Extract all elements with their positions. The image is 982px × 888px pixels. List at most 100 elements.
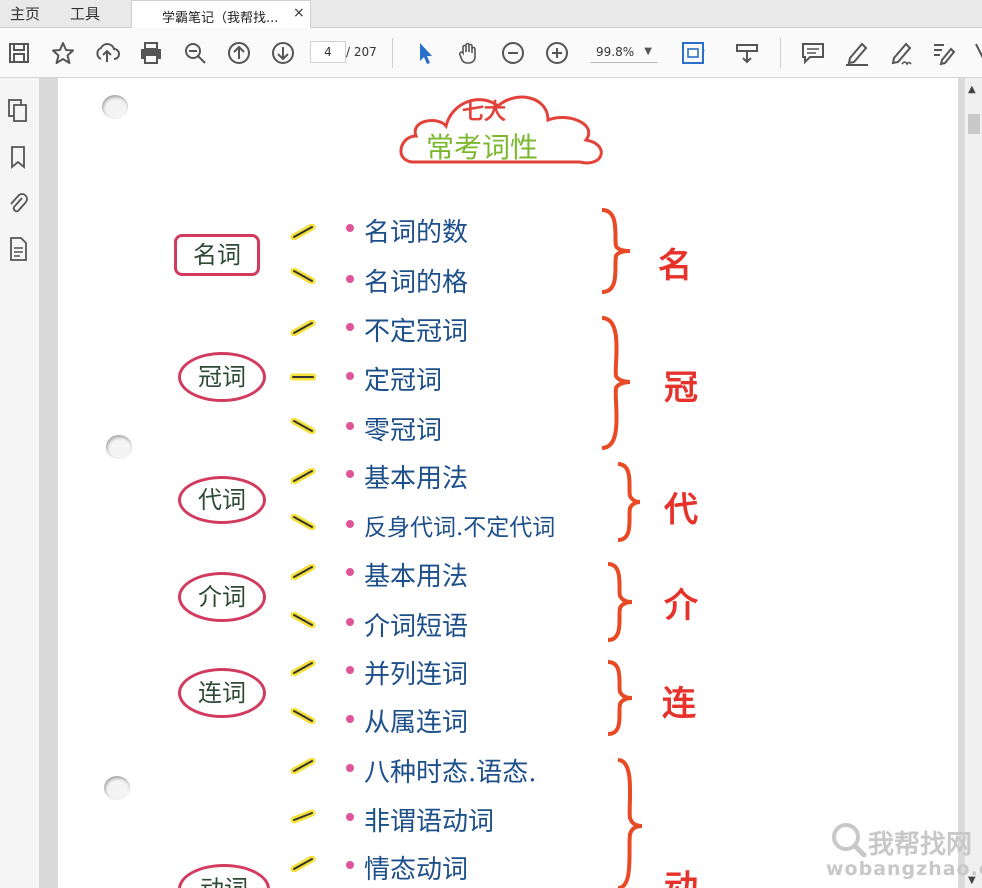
item-text: 不定冠词	[364, 317, 469, 347]
tab-home[interactable]: 主页	[10, 3, 40, 24]
highlight-stroke	[290, 660, 316, 676]
right-brace	[601, 316, 631, 450]
item-text: 反身代词.不定代词	[364, 515, 556, 541]
right-brace	[607, 562, 633, 642]
item-text: 定冠词	[364, 366, 443, 396]
highlight-stroke	[290, 564, 316, 580]
category-label: 代词	[178, 476, 266, 524]
tab-bar: 主页 工具 学霸笔记（我帮找... ×	[0, 0, 982, 29]
plus-circle-icon[interactable]	[544, 40, 570, 66]
bullet	[346, 323, 354, 331]
bullet	[346, 666, 354, 674]
highlight-stroke	[290, 468, 316, 484]
tab-document[interactable]: 学霸笔记（我帮找... ×	[131, 0, 311, 29]
highlight-pen-icon[interactable]	[844, 40, 870, 66]
category-letter: 代	[664, 490, 698, 530]
pdf-page: 七大 常考词性 名词 名词的数 名词的格 名 冠词 不定冠词 定冠词 零冠词 冠	[58, 78, 958, 888]
page-down-icon[interactable]	[270, 40, 296, 66]
bullet	[346, 372, 354, 380]
zoom-select[interactable]: 99.8% ▼	[590, 41, 658, 63]
item-text: 名词的格	[364, 268, 469, 298]
zoom-out-search-icon[interactable]	[182, 40, 208, 66]
vertical-scrollbar[interactable]: ▲ ▼	[964, 78, 982, 888]
category-label: 介词	[178, 572, 266, 622]
item-text: 名词的数	[364, 218, 469, 248]
bullet	[346, 422, 354, 430]
close-tab-icon[interactable]: ×	[293, 5, 305, 21]
item-text: 从属连词	[364, 708, 469, 738]
item-text: 并列连词	[364, 660, 469, 690]
watermark-text-cn: 我帮找网	[868, 830, 973, 860]
bullet	[346, 568, 354, 576]
item-text: 介词短语	[364, 612, 469, 642]
bullet	[346, 224, 354, 232]
bullet	[346, 275, 354, 283]
item-text: 基本用法	[364, 562, 469, 592]
punch-hole	[102, 95, 128, 119]
bullet	[346, 715, 354, 723]
star-icon[interactable]	[50, 40, 76, 66]
pages-icon[interactable]	[6, 98, 30, 124]
magnifier-logo-icon	[832, 823, 867, 858]
highlight-stroke	[290, 758, 316, 774]
category-label: 动词	[178, 864, 270, 888]
right-brace	[607, 660, 633, 736]
category-label: 连词	[178, 668, 266, 718]
cloud-title-top: 七大	[462, 100, 507, 125]
highlight-stroke	[290, 856, 316, 872]
punch-hole	[104, 776, 130, 800]
right-brace	[617, 758, 643, 888]
comment-icon[interactable]	[800, 40, 826, 66]
hand-icon[interactable]	[456, 40, 482, 66]
highlight-stroke	[290, 268, 316, 284]
page-up-icon[interactable]	[226, 40, 252, 66]
watermark: 我帮找网 wobangzhao.com	[826, 818, 982, 888]
bookmark-icon[interactable]	[6, 144, 30, 170]
highlight-stroke	[290, 612, 316, 628]
highlight-stroke	[290, 224, 316, 240]
attachment-icon[interactable]	[6, 190, 30, 216]
item-text: 基本用法	[364, 464, 469, 494]
highlight-stroke	[290, 320, 316, 336]
highlight-stroke	[290, 369, 316, 385]
page-total: / 207	[346, 45, 377, 59]
highlight-stroke	[290, 514, 316, 530]
right-brace	[601, 208, 631, 294]
category-label: 冠词	[178, 352, 266, 402]
document-properties-icon[interactable]	[6, 236, 30, 262]
document-viewport[interactable]: 七大 常考词性 名词 名词的数 名词的格 名 冠词 不定冠词 定冠词 零冠词 冠	[40, 78, 965, 888]
bullet	[346, 520, 354, 528]
print-icon[interactable]	[138, 40, 164, 66]
toolbar: 4 / 207 99.8% ▼	[0, 28, 982, 78]
save-icon[interactable]	[6, 40, 32, 66]
page-number-input[interactable]: 4	[310, 41, 346, 63]
category-letter: 名	[658, 246, 692, 286]
highlight-stroke	[290, 708, 316, 724]
edit-icon[interactable]	[930, 40, 956, 66]
highlight-stroke	[290, 808, 316, 824]
toolbar-divider	[780, 38, 781, 68]
highlight-stroke	[290, 418, 316, 434]
right-brace	[617, 462, 641, 542]
chevron-down-icon: ▼	[644, 46, 652, 57]
upload-icon[interactable]	[94, 40, 120, 66]
scroll-up-icon[interactable]: ▲	[968, 84, 976, 95]
bullet	[346, 470, 354, 478]
item-text: 非谓语动词	[364, 807, 495, 837]
category-letter: 动	[664, 868, 698, 888]
bullet	[346, 861, 354, 869]
minus-circle-icon[interactable]	[500, 40, 526, 66]
cloud-title-main: 常考词性	[426, 131, 539, 164]
select-cursor-icon[interactable]	[412, 40, 438, 66]
tab-document-title: 学霸笔记（我帮找...	[162, 11, 279, 26]
fit-page-icon[interactable]	[680, 40, 706, 66]
bullet	[346, 764, 354, 772]
more-tools-icon[interactable]	[972, 40, 982, 66]
item-text: 八种时态.语态.	[364, 758, 537, 788]
scroll-thumb[interactable]	[968, 114, 980, 134]
scroll-mode-icon[interactable]	[734, 40, 760, 66]
sign-pen-icon[interactable]	[888, 40, 914, 66]
bullet	[346, 813, 354, 821]
navigation-panel	[0, 78, 40, 888]
tab-tools[interactable]: 工具	[70, 3, 100, 24]
